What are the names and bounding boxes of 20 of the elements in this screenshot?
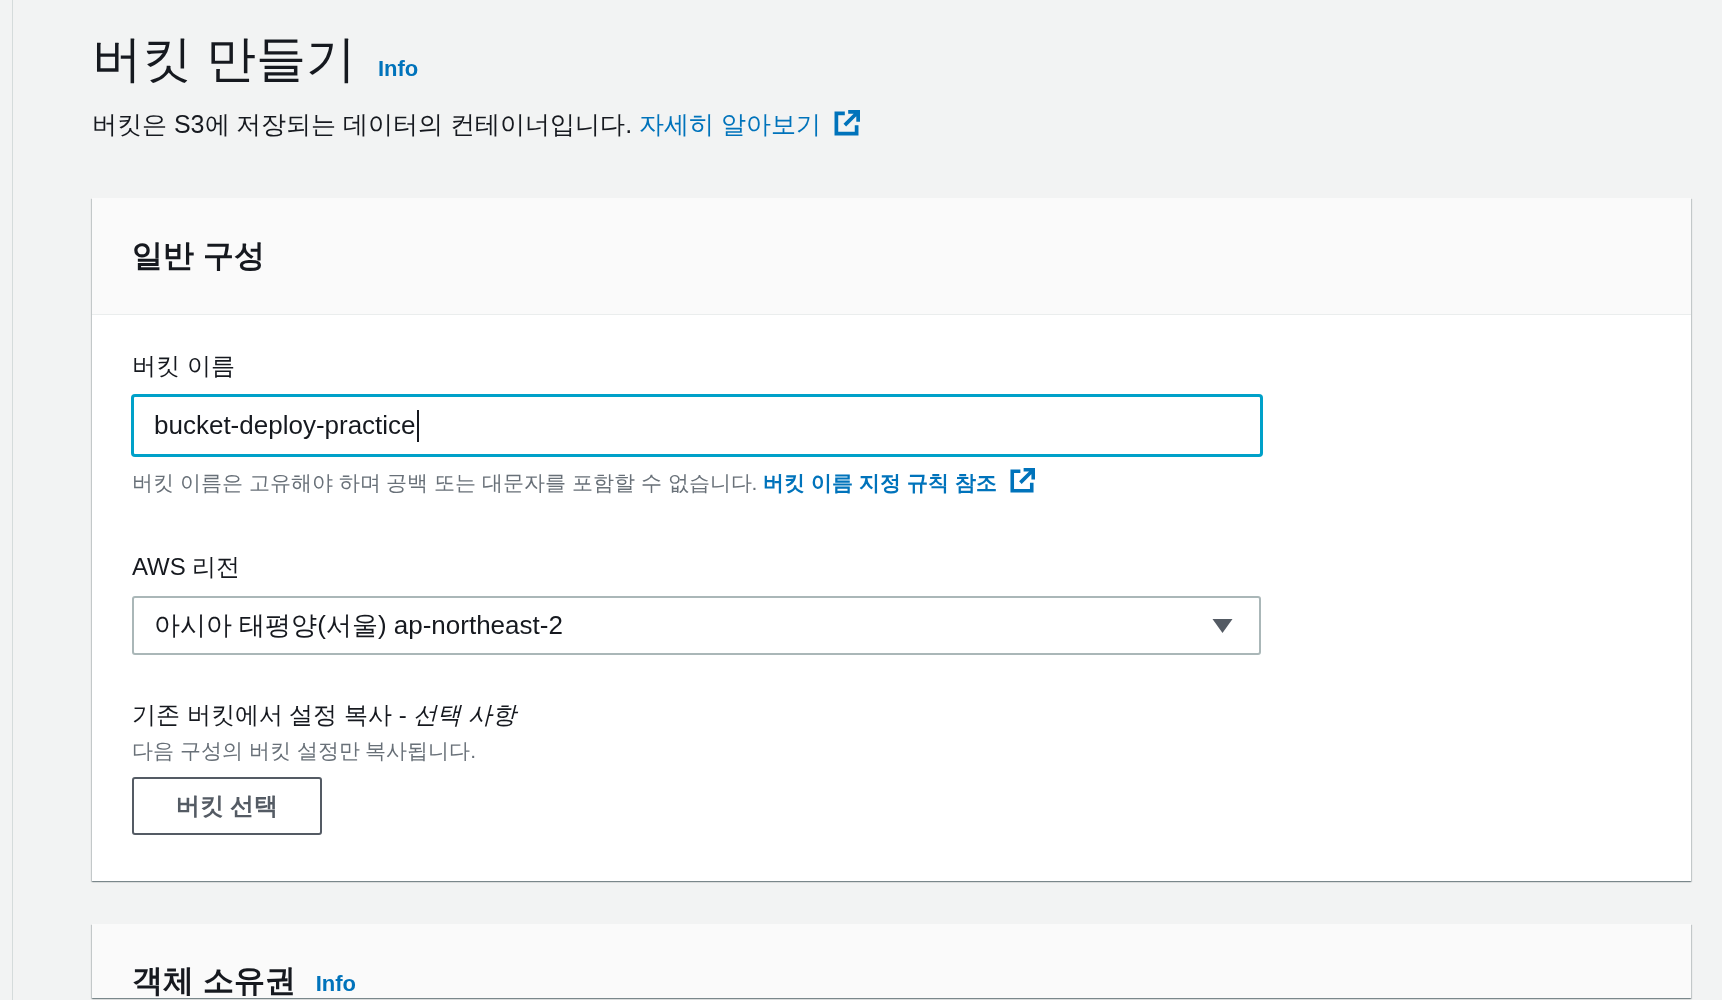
- external-link-icon: [833, 110, 861, 137]
- text-input[interactable]: bucket-deploy-practice: [132, 395, 1262, 456]
- field-label: 버킷 이름: [132, 351, 236, 381]
- info-link[interactable]: Info: [315, 970, 356, 998]
- section-title: 일반 구성: [132, 240, 265, 272]
- naming-rules-link[interactable]: 버킷 이름 지정 규칙 참조: [763, 471, 1035, 494]
- info-link[interactable]: Info: [377, 55, 419, 83]
- field-label: 기존 버킷에서 설정 복사 - 선택 사항: [132, 700, 519, 730]
- field-hint: 버킷 이름은 고유해야 하며 공백 또는 대문자를 포함할 수 없습니다. 버킷 이름 지정 규칙 참조: [132, 468, 1651, 497]
- page-description: 버킷은 S3에 저장되는 데이터의 컨테이너입니다. 자세히 알아보기: [92, 108, 1691, 140]
- learn-more-link[interactable]: 자세히 알아보기: [639, 110, 861, 138]
- caret-down-icon: [1212, 618, 1233, 633]
- field-description: 다음 구성의 버킷 설정만 복사됩니다.: [132, 738, 478, 764]
- field-label: AWS 리전: [132, 552, 242, 582]
- external-link-icon: [1008, 468, 1035, 494]
- section-title: 객체 소유권: [132, 965, 296, 997]
- region-select[interactable]: 아시아 태평양(서울) ap-northeast-2: [132, 596, 1261, 655]
- text-cursor-icon: [416, 409, 419, 442]
- page-title: 버킷 만들기: [92, 30, 356, 89]
- choose-bucket-button[interactable]: 버킷 선택: [132, 777, 322, 835]
